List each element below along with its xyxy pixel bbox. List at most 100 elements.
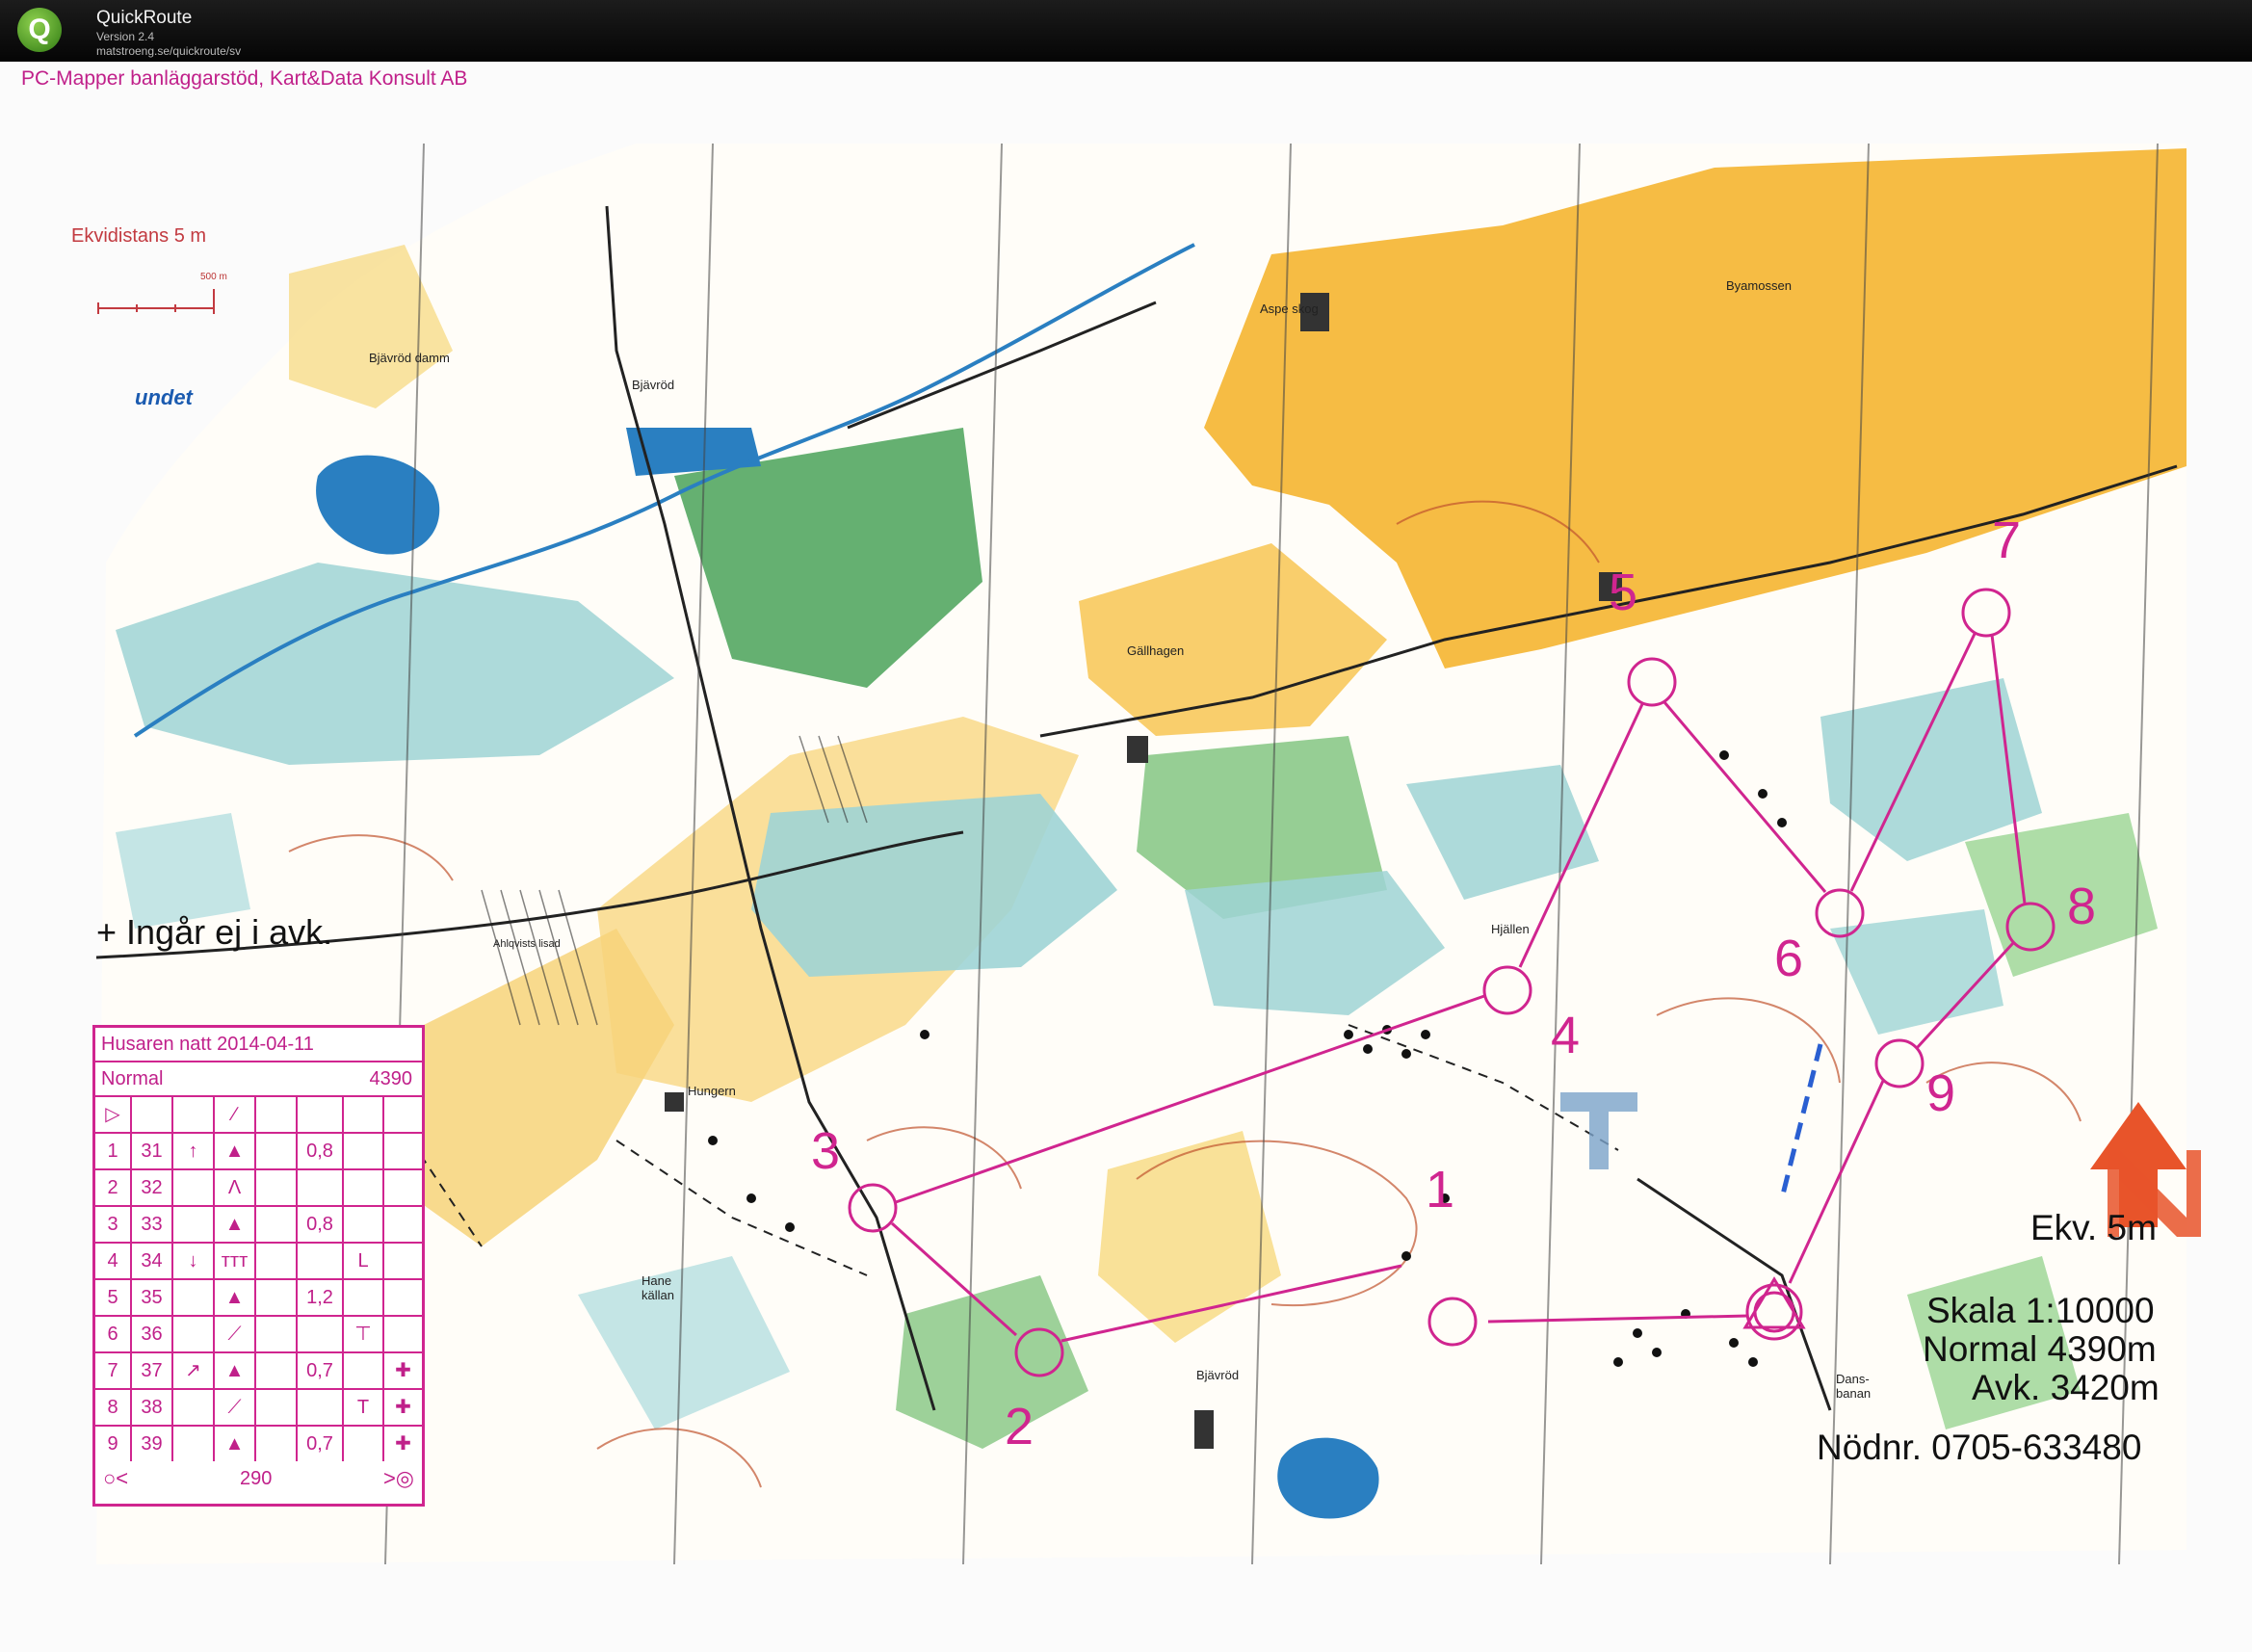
desc-dim: 0,8 xyxy=(298,1207,344,1242)
app-name: QuickRoute xyxy=(96,8,193,28)
place-name: Aspe skog xyxy=(1260,302,1319,316)
control-number-3: 3 xyxy=(811,1122,841,1180)
desc-feat: ▲ xyxy=(215,1134,256,1168)
desc-dir xyxy=(173,1280,215,1315)
start-row: ▷ ∕ xyxy=(95,1097,422,1134)
desc-pos xyxy=(344,1427,384,1461)
desc-empty xyxy=(256,1244,298,1278)
desc-empty xyxy=(256,1390,298,1425)
control-row: 3 33 ▲ 0,8 xyxy=(95,1207,422,1244)
desc-pos xyxy=(344,1170,384,1205)
desc-n: 7 xyxy=(95,1353,132,1388)
place-name: Hane källan xyxy=(642,1273,674,1302)
desc-dim: 0,8 xyxy=(298,1134,344,1168)
desc-dim xyxy=(298,1244,344,1278)
desc-dim: 1,2 xyxy=(298,1280,344,1315)
control-row: 5 35 ▲ 1,2 xyxy=(95,1280,422,1317)
desc-n: 1 xyxy=(95,1134,132,1168)
equidistance-short: Ekv. 5m xyxy=(2030,1208,2157,1247)
desc-dir: ↗ xyxy=(173,1353,215,1388)
place-name: Hjällen xyxy=(1491,922,1530,936)
control-description-sheet: Husaren natt 2014-04-11 Normal 4390 ▷ ∕ … xyxy=(92,1025,425,1507)
control-row: 7 37 ↗ ▲ 0,7 ✚ xyxy=(95,1353,422,1390)
control-row: 1 31 ↑ ▲ 0,8 xyxy=(95,1134,422,1170)
control-number-5: 5 xyxy=(1609,564,1638,621)
slash-icon: ∕ xyxy=(215,1097,256,1132)
desc-feat: ттт xyxy=(215,1244,256,1278)
desc-empty xyxy=(256,1353,298,1388)
desc-n: 3 xyxy=(95,1207,132,1242)
control-number-9: 9 xyxy=(1926,1064,1956,1122)
desc-empty xyxy=(256,1280,298,1315)
emergency-number: Nödnr. 0705-633480 xyxy=(1817,1428,2142,1467)
control-rows: 1 31 ↑ ▲ 0,8 2 32 Λ 3 33 ▲ 0,8 4 34 ↓ ттт L 5 35 ▲ 1,2 6 36 ⟋ ⊤ 7… xyxy=(95,1134,422,1461)
place-name: Dans-banan xyxy=(1836,1372,1872,1401)
desc-extra xyxy=(384,1134,422,1168)
desc-empty xyxy=(256,1134,298,1168)
desc-feat: ⟋ xyxy=(215,1390,256,1425)
edge-label: undet xyxy=(135,385,193,409)
desc-code: 38 xyxy=(132,1390,173,1425)
desc-n: 2 xyxy=(95,1170,132,1205)
desc-code: 39 xyxy=(132,1427,173,1461)
desc-dim xyxy=(298,1170,344,1205)
desc-n: 5 xyxy=(95,1280,132,1315)
desc-n: 6 xyxy=(95,1317,132,1351)
desc-empty xyxy=(256,1427,298,1461)
control-row: 8 38 ⟋ T ✚ xyxy=(95,1390,422,1427)
desc-extra: ✚ xyxy=(395,1433,411,1455)
desc-dir xyxy=(173,1170,215,1205)
control-number-8: 8 xyxy=(2067,878,2097,935)
desc-extra xyxy=(384,1170,422,1205)
desc-dir xyxy=(173,1317,215,1351)
scale-label: Skala 1:10000 xyxy=(1926,1291,2155,1330)
not-in-distance-note: + Ingår ej i avk. xyxy=(96,912,333,952)
desc-n: 4 xyxy=(95,1244,132,1278)
event-title: Husaren natt 2014-04-11 xyxy=(95,1028,422,1062)
control-number-2: 2 xyxy=(1005,1398,1034,1455)
desc-dim: 0,7 xyxy=(298,1427,344,1461)
desc-extra: ✚ xyxy=(395,1397,411,1418)
place-name: Hungern xyxy=(688,1084,736,1098)
desc-extra xyxy=(384,1280,422,1315)
desc-n: 9 xyxy=(95,1427,132,1461)
desc-dim xyxy=(298,1390,344,1425)
desc-extra xyxy=(384,1317,422,1351)
desc-feat: ▲ xyxy=(215,1280,256,1315)
control-row: 9 39 ▲ 0,7 ✚ xyxy=(95,1427,422,1461)
finish-start-marker-icon: ○< xyxy=(103,1466,129,1490)
finish-distance: 290 xyxy=(240,1468,273,1489)
desc-empty xyxy=(256,1207,298,1242)
desc-extra xyxy=(384,1244,422,1278)
desc-feat: ▲ xyxy=(215,1427,256,1461)
class-name: Normal xyxy=(101,1068,164,1089)
start-triangle-icon: ▷ xyxy=(95,1097,132,1132)
place-name: Bjävröd xyxy=(1196,1368,1240,1382)
desc-empty xyxy=(256,1317,298,1351)
place-name: Bjävröd xyxy=(632,378,675,392)
desc-code: 33 xyxy=(132,1207,173,1242)
title-bar: Q QuickRoute Version 2.4 matstroeng.se/q… xyxy=(0,0,2252,62)
desc-code: 36 xyxy=(132,1317,173,1351)
desc-pos xyxy=(344,1280,384,1315)
app-version: Version 2.4 xyxy=(96,30,155,43)
desc-code: 31 xyxy=(132,1134,173,1168)
desc-pos: L xyxy=(344,1244,384,1278)
desc-extra: ✚ xyxy=(395,1360,411,1381)
app-url[interactable]: matstroeng.se/quickroute/sv xyxy=(96,44,241,58)
desc-n: 8 xyxy=(95,1390,132,1425)
desc-code: 37 xyxy=(132,1353,173,1388)
desc-feat: ⟋ xyxy=(215,1317,256,1351)
control-number-7: 7 xyxy=(1992,511,2022,569)
desc-code: 32 xyxy=(132,1170,173,1205)
desc-feat: ▲ xyxy=(215,1353,256,1388)
desc-pos: ⊤ xyxy=(344,1317,384,1351)
desc-extra xyxy=(384,1207,422,1242)
desc-pos: T xyxy=(344,1390,384,1425)
desc-code: 35 xyxy=(132,1280,173,1315)
control-row: 2 32 Λ xyxy=(95,1170,422,1207)
control-row: 6 36 ⟋ ⊤ xyxy=(95,1317,422,1353)
control-number-4: 4 xyxy=(1551,1007,1581,1064)
normal-length: Normal 4390m xyxy=(1923,1329,2157,1369)
desc-pos xyxy=(344,1353,384,1388)
